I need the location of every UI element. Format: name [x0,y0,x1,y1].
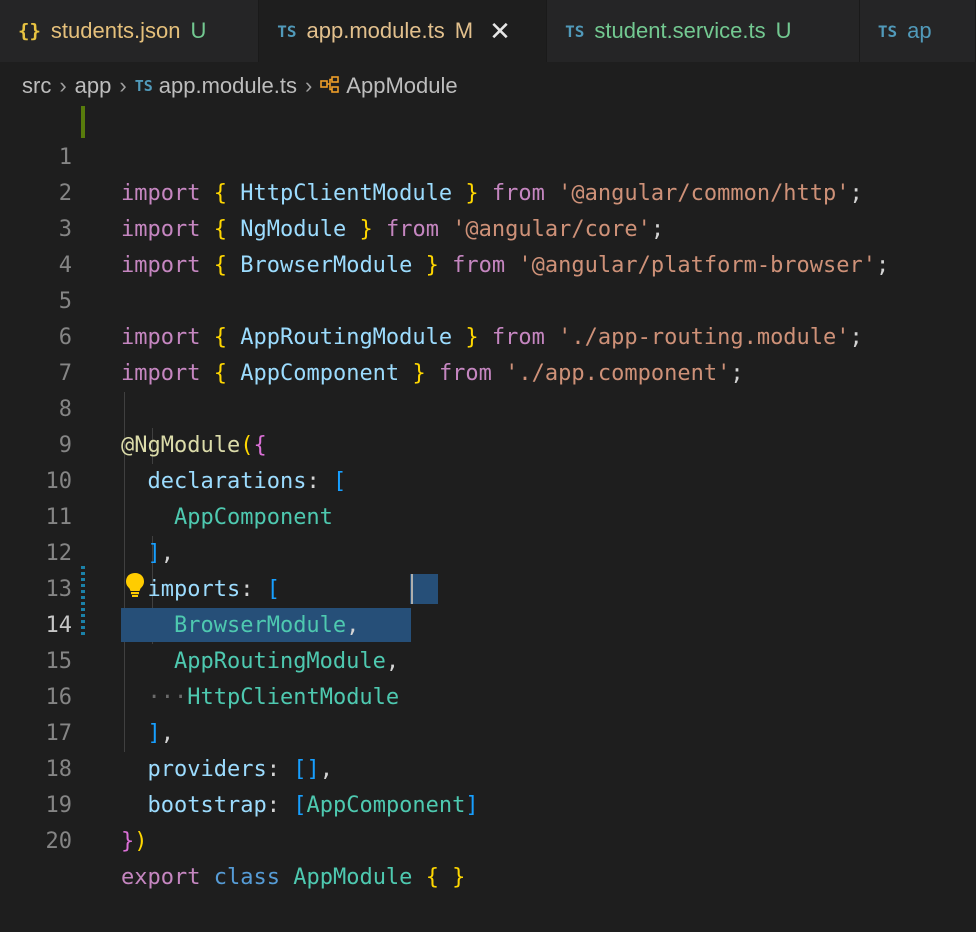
tab-label: student.service.ts [594,18,766,43]
brace: { } [425,865,466,890]
git-status-badge: U [775,18,792,43]
tab-students-json[interactable]: {} students.json U [0,0,260,62]
code-line: 6 import { AppComponent } from './app.co… [0,284,976,386]
code-line: 18 bootstrap: [AppComponent] [0,716,976,818]
git-status-badge: U [190,18,207,43]
tab-bar: {} students.json U TS app.module.ts M ✕ … [0,0,976,62]
json-file-icon: {} [18,20,41,42]
tab-overflow[interactable]: TS ap [860,0,976,62]
chevron-right-icon: › [119,73,127,98]
chevron-right-icon: › [304,73,313,98]
typescript-file-icon: TS [565,21,585,41]
typescript-file-icon: TS [134,77,153,95]
code-line: 4 [0,212,976,278]
paren: ) [134,829,148,854]
code-line: 20 export class AppModule { } [0,788,976,890]
breadcrumb-item-file[interactable]: app.module.ts [159,73,297,99]
line-number: 20 [45,829,73,854]
code-line: 11 ], [0,464,976,566]
breadcrumb-item-src[interactable]: src [22,73,51,99]
keyword: export [121,865,201,890]
code-line: 2 import { NgModule } from '@angular/cor… [0,140,976,242]
code-line: 17 providers: [], [0,680,976,782]
close-icon[interactable]: ✕ [489,16,511,47]
symbol-class-icon [320,75,340,98]
code-line: 14 AppRoutingModule, [0,572,976,674]
breadcrumb-item-symbol[interactable]: AppModule [346,73,457,99]
tab-label: students.json [50,18,181,43]
code-line: 9 declarations: [ [0,392,976,494]
code-line: 15 ···HttpClientModule [0,608,976,710]
code-line: 10 AppComponent [0,428,976,530]
code-line: 5 import { AppRoutingModule } from './ap… [0,248,976,350]
code-line: 3 import { BrowserModule } from '@angula… [0,176,976,278]
tab-label: ap [907,18,932,43]
code-line: 8 @NgModule({ [0,356,976,458]
chevron-right-icon: › [59,73,67,98]
breadcrumb: src › app › TS app.module.ts › AppModule [22,70,458,102]
tab-label: app.module.ts [306,18,445,43]
code-line: 13 BrowserModule, [0,536,976,638]
git-status-badge: M [454,18,474,43]
lightbulb-icon[interactable] [124,572,146,598]
code-line: 16 ], [0,644,976,746]
code-line: 7 [0,320,976,386]
tab-app-module-ts[interactable]: TS app.module.ts M ✕ [259,0,548,62]
typescript-file-icon: TS [877,21,898,41]
code-line: 1 import { HttpClientModule } from '@ang… [0,104,976,206]
class-name: AppModule [293,865,413,890]
brace: } [121,829,135,854]
code-line: 12 imports: [ [0,500,976,602]
typescript-file-icon: TS [277,21,297,41]
keyword: class [213,865,280,890]
code-line: 19 }) [0,752,976,854]
breadcrumb-item-app[interactable]: app [75,73,112,99]
tab-student-service-ts[interactable]: TS student.service.ts U [547,0,860,62]
code-editor[interactable]: 1 import { HttpClientModule } from '@ang… [0,104,976,890]
